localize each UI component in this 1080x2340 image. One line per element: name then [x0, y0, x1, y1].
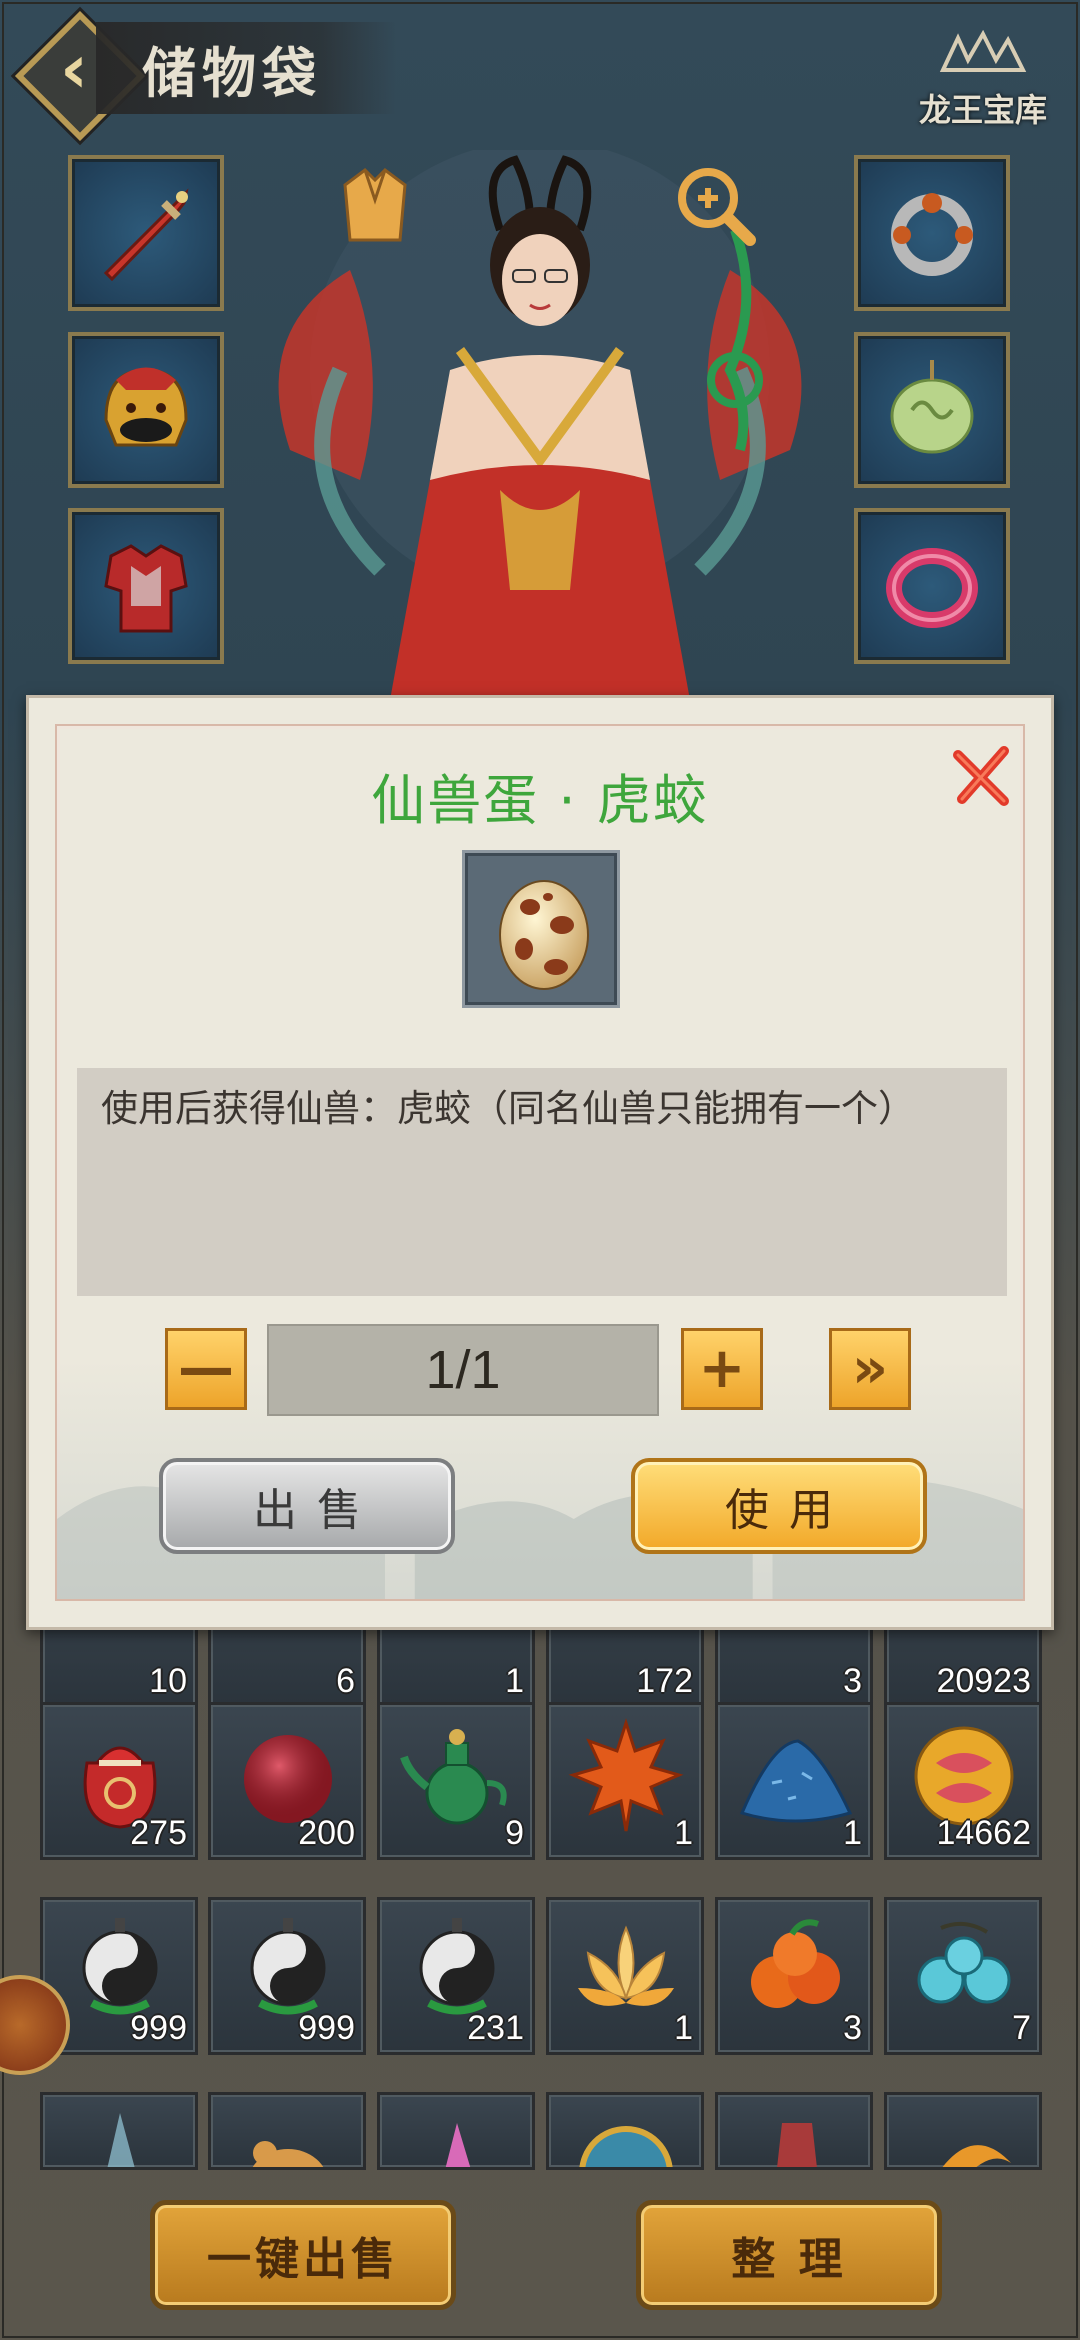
close-icon: [953, 746, 1009, 806]
item-count: 172: [636, 1662, 693, 1700]
crystal-icon: [107, 2113, 135, 2167]
bag-slot[interactable]: [715, 2092, 873, 2170]
dialog-title: 仙兽蛋 · 虎蛟: [371, 769, 709, 832]
chevron-left-icon: ‹: [59, 30, 89, 109]
item-count: 231: [467, 2009, 524, 2047]
golden-lion-helmet-icon: [104, 367, 188, 447]
equip-slot-weapon[interactable]: [68, 155, 224, 311]
amber-crescent-icon: [942, 2145, 1011, 2167]
item-count: 1: [505, 1662, 524, 1700]
bag-slot[interactable]: [884, 2092, 1042, 2170]
bag-slot[interactable]: 1: [546, 1702, 704, 1860]
jade-disc-icon: [579, 2126, 673, 2167]
outfit-icon[interactable]: [330, 160, 420, 250]
blue-sand-pile-icon: [739, 1739, 853, 1823]
item-count: 14662: [936, 1814, 1031, 1852]
bag-slot[interactable]: 7: [884, 1897, 1042, 2055]
item-count: 9: [505, 1814, 524, 1852]
equip-slot-bracelet[interactable]: [854, 508, 1010, 664]
page-title: 储物袋: [142, 40, 322, 105]
bag-slot[interactable]: 1: [546, 1897, 704, 2055]
bag-slot[interactable]: 275: [40, 1702, 198, 1860]
item-count: 1: [843, 1814, 862, 1852]
equip-slot-ring[interactable]: [854, 155, 1010, 311]
quantity-display: 1/1: [267, 1324, 659, 1416]
bag-slot[interactable]: 3: [715, 1897, 873, 2055]
maple-leaf-icon: [568, 1718, 684, 1832]
red-armor-icon: [104, 544, 188, 633]
bag-slot[interactable]: 1: [715, 1702, 873, 1860]
item-count: 3: [843, 2009, 862, 2047]
treasure-logo-icon: [908, 29, 1058, 85]
red-boat-icon: [777, 2123, 817, 2167]
equip-slot-helmet[interactable]: [68, 332, 224, 488]
blue-berries-icon: [917, 1921, 1011, 2004]
item-preview: [462, 850, 620, 1008]
sell-all-button[interactable]: 一键出售: [150, 2200, 456, 2310]
item-count: 6: [336, 1662, 355, 1700]
dragon-king-treasury-button[interactable]: 龙王宝库: [908, 29, 1058, 140]
pink-bracelet-icon: [886, 548, 978, 628]
close-button[interactable]: [945, 738, 1021, 814]
item-count: 20923: [936, 1662, 1031, 1700]
bag-slot[interactable]: 200: [208, 1702, 366, 1860]
ring-icon: [891, 193, 973, 276]
item-count: 3: [843, 1662, 862, 1700]
bag-slot[interactable]: [377, 2092, 535, 2170]
orange-fruit-icon: [751, 1919, 840, 2008]
title-plate: 储物袋: [96, 22, 396, 114]
item-count: 7: [1012, 2009, 1031, 2047]
max-quantity-button[interactable]: »: [829, 1328, 911, 1410]
lotus-icon: [578, 1925, 674, 2006]
golden-rat-icon: [252, 2141, 324, 2167]
item-count: 1: [674, 2009, 693, 2047]
decrease-quantity-button[interactable]: —: [165, 1328, 247, 1410]
bag-slot[interactable]: [40, 2092, 198, 2170]
item-description: 使用后获得仙兽：虎蛟（同名仙兽只能拥有一个）: [77, 1068, 1007, 1296]
jade-teapot-icon: [400, 1729, 507, 1825]
item-count: 275: [130, 1814, 187, 1852]
item-count: 999: [130, 2009, 187, 2047]
use-button[interactable]: 使用: [631, 1458, 927, 1554]
zoom-in-icon[interactable]: [670, 160, 760, 250]
sort-button[interactable]: 整 理: [636, 2200, 942, 2310]
item-count: 10: [149, 1662, 187, 1700]
treasure-label: 龙王宝库: [918, 91, 1047, 129]
bag-slot[interactable]: 999: [208, 1897, 366, 2055]
equip-slot-pendant[interactable]: [854, 332, 1010, 488]
pink-crystal-icon: [445, 2123, 471, 2167]
spotted-egg-icon: [499, 880, 589, 990]
item-detail-dialog: 仙兽蛋 · 虎蛟 使用后获得仙兽：虎蛟（同名仙兽只能拥有一个） — 1/1 + …: [26, 695, 1054, 1630]
item-count: 1: [674, 1814, 693, 1852]
bag-slot[interactable]: 14662: [884, 1702, 1042, 1860]
sword-icon: [103, 188, 189, 282]
game-screen: ‹ 储物袋 龙王宝库 10 6 1 172 3 20923 275 200 9 …: [0, 0, 1080, 2340]
jade-pendant-icon: [890, 360, 974, 454]
item-count: 999: [298, 2009, 355, 2047]
increase-quantity-button[interactable]: +: [681, 1328, 763, 1410]
bag-slot[interactable]: [208, 2092, 366, 2170]
item-count: 200: [298, 1814, 355, 1852]
sell-button[interactable]: 出售: [159, 1458, 455, 1554]
equip-slot-armor[interactable]: [68, 508, 224, 664]
bag-slot[interactable]: [546, 2092, 704, 2170]
bag-slot[interactable]: 9: [377, 1702, 535, 1860]
bag-slot[interactable]: 231: [377, 1897, 535, 2055]
